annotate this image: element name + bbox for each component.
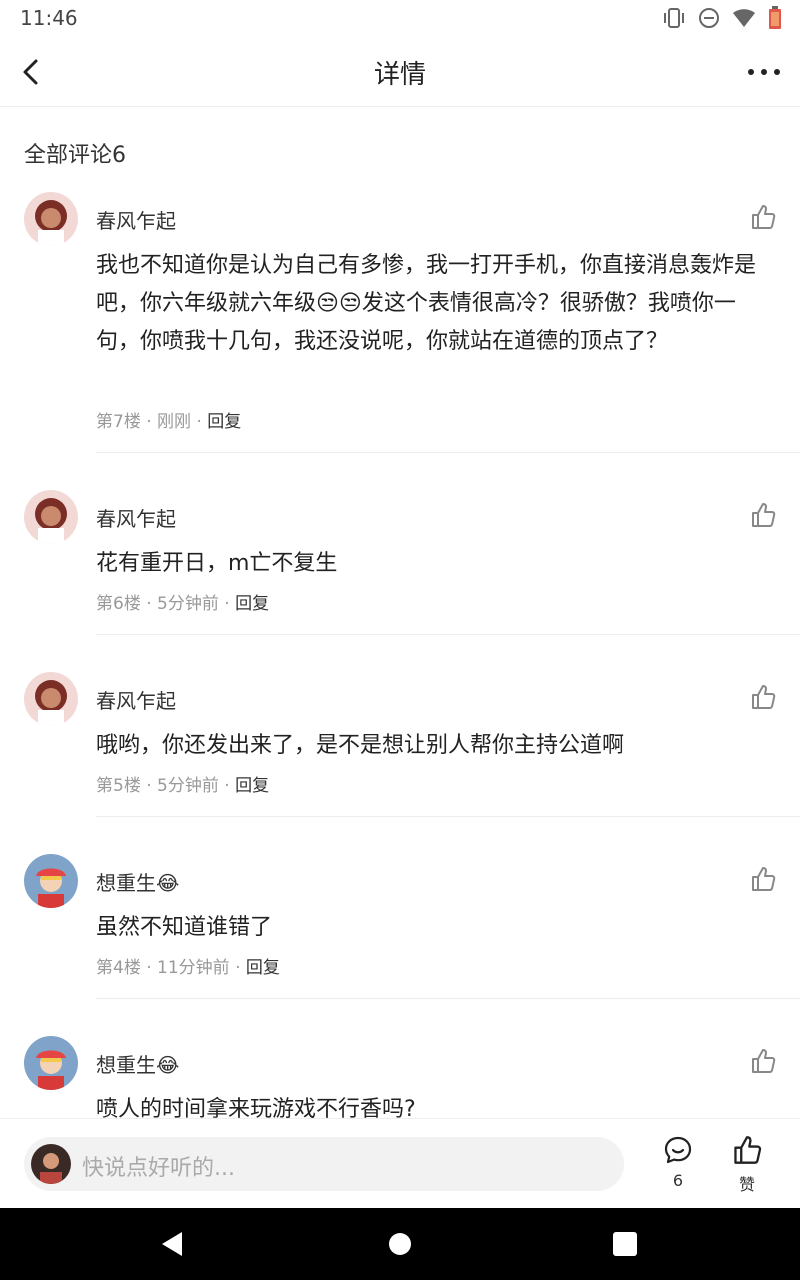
meta-separator: · [140, 776, 158, 796]
divider [96, 634, 800, 635]
dnd-icon [699, 8, 719, 28]
comment-input[interactable]: 快说点好听的... [24, 1137, 624, 1191]
comment-time: 5分钟前 [157, 776, 219, 796]
section-title: 全部评论6 [24, 143, 126, 168]
top-app-bar: 详情 [0, 36, 800, 107]
meta-separator: · [140, 958, 158, 978]
my-avatar [31, 1144, 71, 1184]
comment-floor: 第7楼 [96, 412, 141, 432]
vibrate-icon [664, 8, 684, 28]
comment-meta: 第6楼 · 5分钟前 · 回复 [96, 589, 269, 614]
meta-separator: · [218, 776, 236, 796]
meta-separator: · [140, 412, 158, 432]
thumbs-up-icon[interactable] [750, 204, 776, 230]
avatar[interactable] [24, 672, 78, 726]
comment-floor: 第6楼 [96, 594, 141, 614]
thumbs-up-icon [734, 1136, 762, 1164]
battery-icon [769, 6, 781, 29]
commenter-name[interactable]: 想重生😂 [96, 867, 179, 896]
reply-button[interactable]: 回复 [246, 958, 280, 978]
comment-meta: 第4楼 · 11分钟前 · 回复 [96, 953, 280, 978]
comment-text: 我也不知道你是认为自己有多惨，我一打开手机，你直接消息轰炸是吧，你六年级就六年级… [96, 253, 757, 354]
status-icons [662, 6, 782, 30]
meta-separator: · [218, 594, 236, 614]
comment-time: 5分钟前 [157, 594, 219, 614]
meta-separator: · [229, 958, 246, 978]
commenter-name[interactable]: 春风乍起 [96, 205, 176, 234]
thumbs-up-icon[interactable] [750, 866, 776, 892]
page-title: 详情 [373, 60, 426, 90]
divider [96, 816, 800, 817]
divider [96, 998, 800, 999]
comment-text: 虽然不知道谁错了 [96, 915, 273, 940]
status-time: 11:46 [20, 6, 78, 30]
comments-button[interactable]: 6 [656, 1135, 700, 1190]
nav-back-icon[interactable] [158, 1230, 186, 1258]
comment-floor: 第4楼 [96, 958, 141, 978]
nav-recents-icon[interactable] [611, 1230, 639, 1258]
comment-text: 喷人的时间拿来玩游戏不行香吗? [96, 1097, 416, 1118]
reply-button[interactable]: 回复 [235, 776, 269, 796]
like-label: 赞 [738, 1175, 755, 1194]
comment-meta: 第7楼 · 刚刚 · 回复 [96, 407, 241, 432]
comment-input-bar: 快说点好听的... 6 赞 [0, 1118, 800, 1208]
reply-button[interactable]: 回复 [235, 594, 269, 614]
meta-separator: · [191, 412, 208, 432]
avatar[interactable] [24, 490, 78, 544]
nav-home-icon[interactable] [386, 1230, 414, 1258]
commenter-name[interactable]: 想重生😂 [96, 1049, 179, 1078]
system-nav-bar [0, 1208, 800, 1280]
comment-bubble-icon [664, 1136, 692, 1164]
commenter-name[interactable]: 春风乍起 [96, 685, 176, 714]
comment-meta: 第5楼 · 5分钟前 · 回复 [96, 771, 269, 796]
avatar[interactable] [24, 854, 78, 908]
comment-count: 6 [672, 1171, 684, 1190]
reply-button[interactable]: 回复 [207, 412, 241, 432]
meta-separator: · [140, 594, 158, 614]
comment-floor: 第5楼 [96, 776, 141, 796]
avatar[interactable] [24, 192, 78, 246]
comment-list: 全部评论6 春风乍起 我也不知道你是认为自己有多惨，我一打开手机，你直接消息轰炸… [0, 107, 800, 1118]
comment-input-placeholder: 快说点好听的... [82, 1156, 235, 1181]
avatar[interactable] [24, 1036, 78, 1090]
thumbs-up-icon[interactable] [750, 502, 776, 528]
thumbs-up-icon[interactable] [750, 1048, 776, 1074]
divider [96, 452, 800, 453]
wifi-icon [733, 9, 755, 27]
thumbs-up-icon[interactable] [750, 684, 776, 710]
like-button[interactable]: 赞 [724, 1135, 770, 1195]
comment-time: 11分钟前 [157, 958, 230, 978]
commenter-name[interactable]: 春风乍起 [96, 503, 176, 532]
comment-text: 哦哟，你还发出来了，是不是想让别人帮你主持公道啊 [96, 733, 625, 758]
status-bar: 11:46 [0, 0, 800, 36]
comment-time: 刚刚 [157, 412, 192, 432]
comment-text: 花有重开日，m亡不复生 [96, 551, 338, 576]
more-dots-icon[interactable] [746, 58, 782, 86]
